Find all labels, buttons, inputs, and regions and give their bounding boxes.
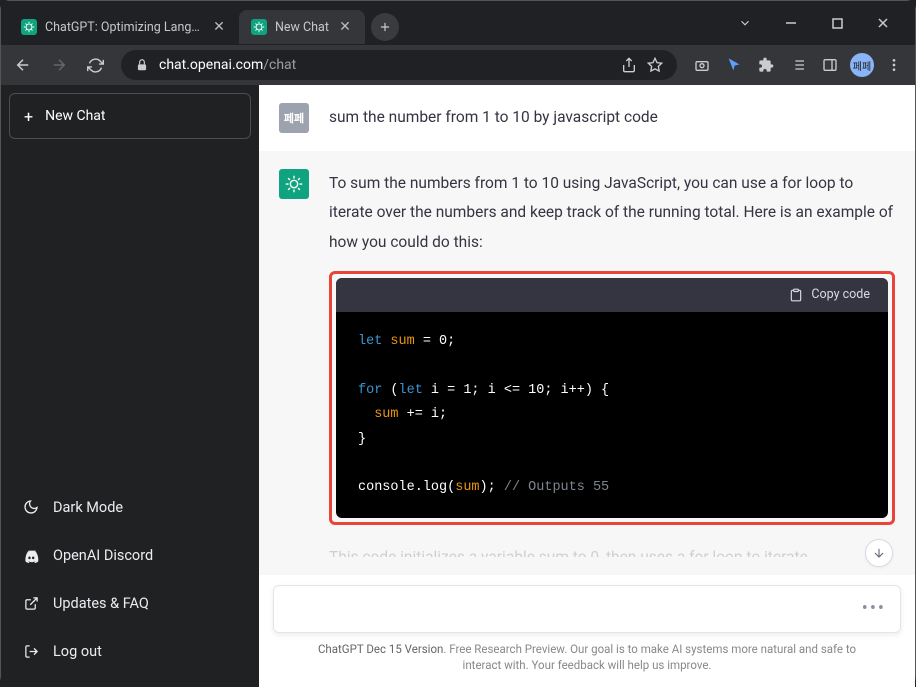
forward-button[interactable]: [43, 49, 75, 81]
code-highlight-box: Copy code let sum = 0; for (let i = 1; i…: [329, 271, 895, 525]
version-link[interactable]: ChatGPT Dec 15 Version: [318, 642, 443, 656]
title-bar: ChatGPT: Optimizing Language ✕ New Chat …: [1, 1, 915, 45]
code-header: Copy code: [336, 278, 888, 312]
back-button[interactable]: [7, 49, 39, 81]
browser-toolbar: chat.openai.com/chat 페페: [1, 45, 915, 85]
browser-tab[interactable]: New Chat ✕: [239, 10, 365, 44]
new-tab-button[interactable]: [371, 13, 399, 41]
sidebar: + New Chat Dark Mode OpenAI Discord Upda…: [1, 85, 259, 687]
panel-icon[interactable]: [815, 50, 845, 80]
app-body: + New Chat Dark Mode OpenAI Discord Upda…: [1, 85, 915, 687]
new-chat-button[interactable]: + New Chat: [9, 93, 251, 139]
assistant-outro-text: This code initializes a variable sum to …: [329, 543, 895, 557]
tab-title: New Chat: [275, 20, 329, 35]
camera-icon[interactable]: [687, 50, 717, 80]
plus-icon: +: [24, 107, 33, 126]
new-chat-label: New Chat: [45, 108, 105, 124]
logout-icon: [23, 644, 39, 659]
sidebar-footer: Dark Mode OpenAI Discord Updates & FAQ L…: [9, 483, 251, 679]
window-controls: [721, 9, 907, 37]
chevron-down-icon[interactable]: [731, 9, 759, 37]
sidebar-item-updates[interactable]: Updates & FAQ: [9, 579, 251, 627]
menu-icon[interactable]: [879, 50, 909, 80]
browser-tab[interactable]: ChatGPT: Optimizing Language ✕: [9, 10, 239, 44]
moon-icon: [23, 499, 39, 515]
copy-code-button[interactable]: Copy code: [811, 283, 870, 307]
lock-icon: [135, 58, 149, 72]
cursor-icon[interactable]: [719, 50, 749, 80]
share-icon[interactable]: [621, 57, 637, 73]
sidebar-item-label: Updates & FAQ: [53, 595, 149, 612]
chat-input[interactable]: •••: [273, 585, 901, 633]
assistant-message: To sum the numbers from 1 to 10 using Ja…: [259, 151, 915, 575]
extension-icons: 페페: [687, 50, 909, 80]
star-icon[interactable]: [647, 57, 663, 73]
openai-icon: [21, 19, 37, 35]
sidebar-item-logout[interactable]: Log out: [9, 627, 251, 675]
list-icon[interactable]: [783, 50, 813, 80]
sidebar-item-label: OpenAI Discord: [53, 547, 153, 564]
address-bar[interactable]: chat.openai.com/chat: [121, 50, 677, 80]
tab-title: ChatGPT: Optimizing Language: [45, 20, 203, 35]
scroll-to-bottom-button[interactable]: [865, 539, 893, 567]
tab-strip: ChatGPT: Optimizing Language ✕ New Chat …: [9, 9, 721, 45]
code-content: let sum = 0; for (let i = 1; i <= 10; i+…: [336, 312, 888, 518]
user-avatar: 페페: [279, 103, 309, 133]
assistant-intro-text: To sum the numbers from 1 to 10 using Ja…: [329, 169, 895, 257]
external-link-icon: [23, 596, 39, 611]
close-icon[interactable]: ✕: [337, 19, 353, 35]
more-icon[interactable]: •••: [862, 598, 886, 619]
profile-avatar[interactable]: 페페: [847, 50, 877, 80]
minimize-button[interactable]: [777, 9, 805, 37]
footer-disclaimer: . Free Research Preview. Our goal is to …: [443, 642, 856, 672]
footer-text: ChatGPT Dec 15 Version. Free Research Pr…: [273, 633, 901, 679]
assistant-message-body: To sum the numbers from 1 to 10 using Ja…: [329, 169, 895, 557]
sidebar-item-label: Log out: [53, 643, 102, 660]
sidebar-item-darkmode[interactable]: Dark Mode: [9, 483, 251, 531]
extensions-icon[interactable]: [751, 50, 781, 80]
user-message: 페페 sum the number from 1 to 10 by javasc…: [259, 85, 915, 151]
reload-button[interactable]: [79, 49, 111, 81]
close-icon[interactable]: ✕: [211, 19, 227, 35]
sidebar-item-discord[interactable]: OpenAI Discord: [9, 531, 251, 579]
input-area: ••• ChatGPT Dec 15 Version. Free Researc…: [259, 575, 915, 687]
openai-icon: [251, 19, 267, 35]
assistant-avatar: [279, 169, 309, 199]
url-text: chat.openai.com/chat: [159, 57, 611, 73]
maximize-button[interactable]: [823, 9, 851, 37]
main-content: 페페 sum the number from 1 to 10 by javasc…: [259, 85, 915, 687]
sidebar-item-label: Dark Mode: [53, 499, 123, 516]
discord-icon: [23, 547, 39, 564]
close-button[interactable]: [869, 9, 897, 37]
user-message-text: sum the number from 1 to 10 by javascrip…: [329, 103, 895, 133]
code-block: Copy code let sum = 0; for (let i = 1; i…: [336, 278, 888, 518]
clipboard-icon: [789, 288, 803, 302]
